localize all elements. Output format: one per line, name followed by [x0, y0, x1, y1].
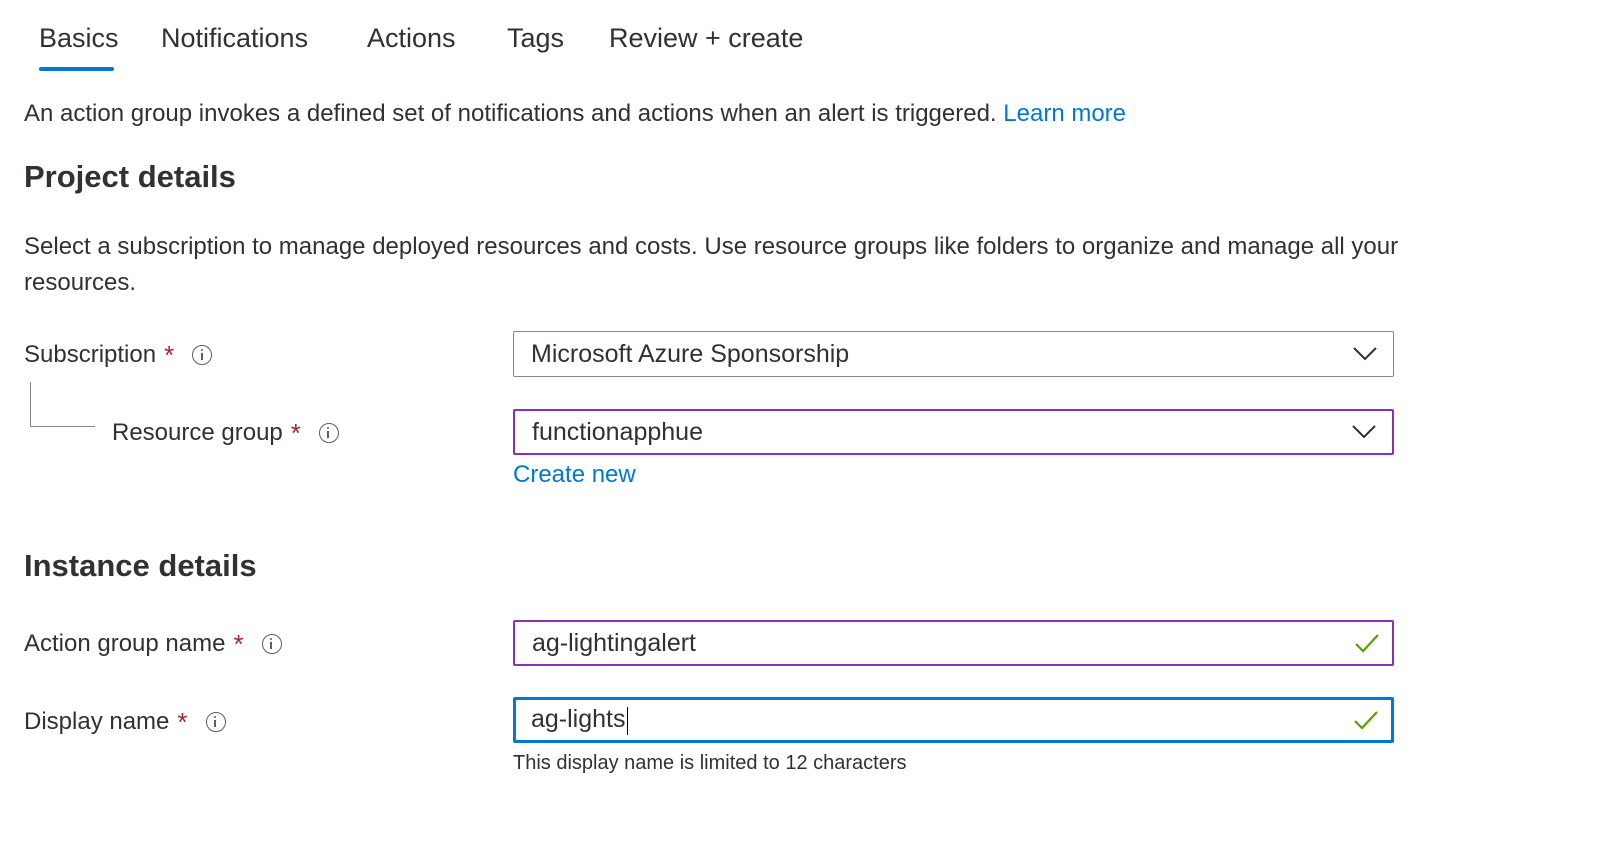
required-indicator: *: [290, 418, 301, 448]
intro-description: An action group invokes a defined set of…: [24, 100, 997, 127]
tab-review-create[interactable]: Review + create: [609, 18, 803, 58]
tab-bar: Basics Notifications Actions Tags Review…: [0, 0, 900, 75]
project-details-description: Select a subscription to manage deployed…: [24, 233, 1399, 296]
required-indicator: *: [164, 340, 175, 370]
action-group-name-value: ag-lightingalert: [532, 628, 696, 657]
resource-group-dropdown[interactable]: functionapphue: [513, 409, 1394, 455]
subscription-value: Microsoft Azure Sponsorship: [531, 339, 850, 368]
display-name-input[interactable]: ag-lights: [513, 697, 1394, 743]
subscription-label-row: Subscription *: [24, 337, 213, 373]
display-name-hint: This display name is limited to 12 chara…: [513, 752, 907, 774]
action-group-name-input[interactable]: ag-lightingalert: [513, 620, 1394, 666]
display-name-label: Display name: [24, 708, 170, 735]
resource-group-label-row: Resource group *: [112, 415, 339, 451]
info-icon[interactable]: [261, 634, 282, 654]
create-action-group-page: Basics Notifications Actions Tags Review…: [0, 0, 1601, 858]
create-new-resource-group-link[interactable]: Create new: [513, 457, 636, 493]
resource-group-label: Resource group: [112, 419, 283, 446]
resource-group-value: functionapphue: [532, 417, 703, 446]
tab-actions[interactable]: Actions: [367, 18, 456, 58]
required-indicator: *: [177, 707, 188, 737]
checkmark-icon: [1354, 711, 1378, 730]
tab-notifications[interactable]: Notifications: [161, 18, 308, 58]
text-cursor: [626, 706, 628, 735]
active-tab-indicator: [39, 67, 114, 71]
tab-basics[interactable]: Basics: [39, 18, 119, 58]
display-name-value-wrap: ag-lights: [531, 705, 1391, 735]
chevron-down-icon: [1352, 425, 1376, 439]
learn-more-link[interactable]: Learn more: [1003, 100, 1126, 127]
display-name-label-row: Display name *: [24, 704, 226, 740]
display-name-value: ag-lights: [531, 705, 626, 734]
instance-details-heading: Instance details: [24, 548, 257, 583]
required-indicator: *: [233, 629, 244, 659]
project-details-heading: Project details: [24, 159, 236, 194]
action-group-name-label: Action group name: [24, 630, 226, 657]
info-icon[interactable]: [192, 345, 213, 365]
subscription-label: Subscription: [24, 341, 157, 368]
tree-connector: [30, 382, 95, 427]
tab-tags[interactable]: Tags: [507, 18, 564, 58]
chevron-down-icon: [1353, 347, 1377, 361]
info-icon[interactable]: [318, 423, 339, 443]
intro-text: An action group invokes a defined set of…: [24, 96, 1126, 132]
info-icon[interactable]: [205, 712, 226, 732]
checkmark-icon: [1355, 634, 1379, 653]
action-group-name-label-row: Action group name *: [24, 626, 282, 662]
subscription-dropdown[interactable]: Microsoft Azure Sponsorship: [513, 331, 1394, 377]
